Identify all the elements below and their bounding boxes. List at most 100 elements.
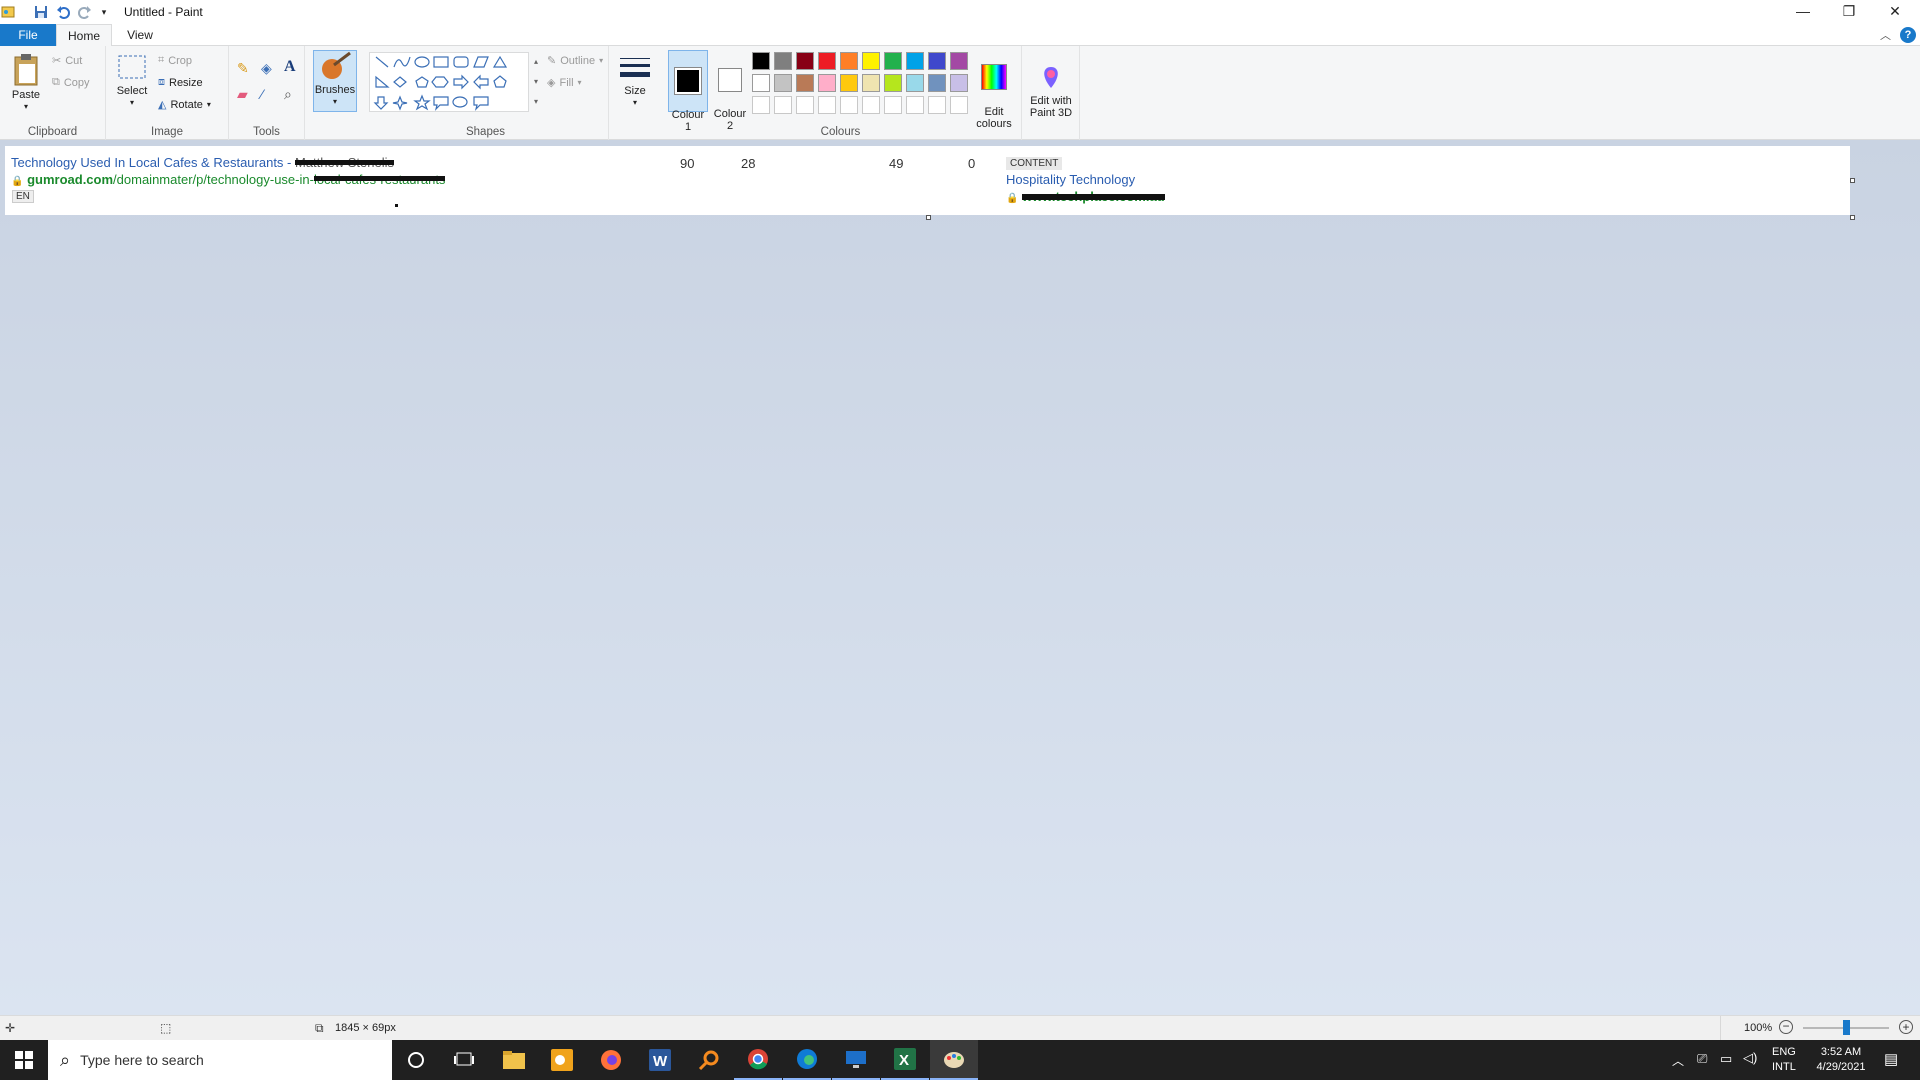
paste-button[interactable]: Paste ▾: [8, 52, 44, 113]
cut-button[interactable]: ✂ Cut: [52, 54, 82, 68]
palette-swatch[interactable]: [906, 52, 924, 70]
outline-button[interactable]: ✎ Outline ▾: [547, 54, 603, 68]
meet-now-icon[interactable]: ⎚: [1697, 1051, 1707, 1067]
palette-swatch[interactable]: [818, 74, 836, 92]
lock-icon: 🔒: [11, 176, 24, 187]
palette-swatch[interactable]: [862, 74, 880, 92]
search-box[interactable]: ⌕ Type here to search: [48, 1040, 392, 1080]
tab-file[interactable]: File: [0, 24, 56, 46]
word-icon[interactable]: W: [636, 1040, 684, 1080]
zoom-slider-thumb[interactable]: [1843, 1020, 1850, 1035]
palette-swatch[interactable]: [840, 96, 858, 114]
palette-swatch[interactable]: [884, 74, 902, 92]
minimize-button[interactable]: ―: [1780, 0, 1826, 22]
pencil-icon[interactable]: ✎: [237, 60, 249, 77]
fill-icon[interactable]: ◈: [261, 60, 272, 77]
palette-swatch[interactable]: [796, 96, 814, 114]
palette-swatch[interactable]: [950, 96, 968, 114]
resize-handle-bottom[interactable]: [926, 215, 931, 220]
chrome-icon[interactable]: [734, 1040, 782, 1080]
shapes-gallery[interactable]: [369, 52, 529, 112]
resize-handle-corner[interactable]: [1850, 215, 1855, 220]
palette-swatch[interactable]: [796, 74, 814, 92]
excel-icon[interactable]: X: [881, 1040, 929, 1080]
clock[interactable]: 3:52 AM 4/29/2021: [1806, 1045, 1876, 1075]
rotate-button[interactable]: ◭ Rotate ▾: [158, 98, 211, 112]
palette-swatch[interactable]: [840, 74, 858, 92]
minimize-ribbon-icon[interactable]: ︿: [1880, 27, 1891, 43]
palette-swatch[interactable]: [774, 52, 792, 70]
colour-picker-icon[interactable]: ⁄: [261, 86, 263, 102]
canvas-area[interactable]: Technology Used In Local Cafes & Restaur…: [0, 140, 1920, 1015]
copy-button[interactable]: ⧉ Copy: [52, 76, 90, 89]
palette-swatch[interactable]: [862, 96, 880, 114]
palette-swatch[interactable]: [774, 96, 792, 114]
edit-with-paint3d-button[interactable]: Edit with Paint 3D: [1025, 52, 1077, 131]
palette-swatch[interactable]: [928, 52, 946, 70]
colour2-button[interactable]: Colour 2: [710, 50, 750, 132]
show-hidden-icons-icon[interactable]: ︿: [1672, 1052, 1684, 1069]
eraser-icon[interactable]: ▰: [237, 86, 248, 103]
palette-swatch[interactable]: [906, 74, 924, 92]
zoom-out-button[interactable]: −: [1779, 1020, 1793, 1034]
resize-button[interactable]: ⧈ Resize: [158, 76, 203, 89]
remote-desktop-icon[interactable]: [832, 1040, 880, 1080]
palette-swatch[interactable]: [752, 52, 770, 70]
fill-button[interactable]: ◈ Fill ▾: [547, 76, 582, 90]
outlook-app-icon[interactable]: [538, 1040, 586, 1080]
resize-handle-right[interactable]: [1850, 178, 1855, 183]
shapes-scroll[interactable]: ▴ ▾ ▾: [531, 52, 541, 112]
palette-swatch[interactable]: [752, 74, 770, 92]
customize-quick-access-icon[interactable]: ▾: [98, 3, 110, 21]
palette-swatch[interactable]: [862, 52, 880, 70]
cortana-icon[interactable]: [392, 1040, 440, 1080]
palette-swatch[interactable]: [774, 74, 792, 92]
edge-icon[interactable]: [783, 1040, 831, 1080]
tab-view[interactable]: View: [112, 24, 168, 46]
taskbar: ⌕ Type here to search W X ︿ ⎚ ▭ ◁) ENG I…: [0, 1040, 1920, 1080]
palette-swatch[interactable]: [796, 52, 814, 70]
shapes-gallery-icons: [373, 55, 508, 111]
palette-swatch[interactable]: [840, 52, 858, 70]
restore-button[interactable]: ❐: [1826, 0, 1872, 22]
palette-swatch[interactable]: [818, 52, 836, 70]
palette-swatch[interactable]: [906, 96, 924, 114]
task-view-icon[interactable]: [440, 1040, 488, 1080]
notifications-icon[interactable]: ▤: [1884, 1050, 1898, 1068]
undo-icon[interactable]: [54, 3, 72, 21]
tab-home[interactable]: Home: [56, 24, 112, 47]
palette-swatch[interactable]: [884, 52, 902, 70]
start-button[interactable]: [0, 1040, 48, 1080]
volume-icon[interactable]: ◁): [1743, 1050, 1757, 1066]
zoom-in-button[interactable]: +: [1899, 1020, 1913, 1034]
select-button[interactable]: Select ▾: [114, 52, 150, 109]
file-explorer-icon[interactable]: [490, 1040, 538, 1080]
close-button[interactable]: ✕: [1872, 0, 1918, 22]
palette-swatch[interactable]: [752, 96, 770, 114]
paste-label: Paste: [11, 89, 41, 101]
paint-app-icon[interactable]: [0, 3, 16, 21]
brushes-button[interactable]: Brushes ▾: [313, 50, 357, 112]
magnifier-icon[interactable]: ⌕: [284, 86, 292, 103]
select-label: Select: [116, 85, 148, 97]
input-language[interactable]: ENG INTL: [1772, 1045, 1796, 1075]
palette-swatch[interactable]: [928, 96, 946, 114]
size-button[interactable]: Size ▾: [615, 52, 655, 109]
network-icon[interactable]: ▭: [1720, 1051, 1732, 1067]
search-app-icon[interactable]: [685, 1040, 733, 1080]
palette-swatch[interactable]: [928, 74, 946, 92]
save-icon[interactable]: [32, 3, 50, 21]
crop-button[interactable]: ⌗ Crop: [158, 54, 192, 67]
palette-swatch[interactable]: [884, 96, 902, 114]
redo-icon[interactable]: [76, 3, 94, 21]
paint-taskbar-icon[interactable]: [930, 1040, 978, 1080]
palette-swatch[interactable]: [950, 74, 968, 92]
firefox-icon[interactable]: [587, 1040, 635, 1080]
palette-swatch[interactable]: [950, 52, 968, 70]
palette-swatch[interactable]: [818, 96, 836, 114]
colour1-button[interactable]: Colour 1: [668, 50, 708, 133]
help-icon[interactable]: ?: [1900, 27, 1916, 43]
text-icon[interactable]: A: [284, 58, 296, 76]
canvas[interactable]: Technology Used In Local Cafes & Restaur…: [5, 146, 1850, 215]
dot-mark: [395, 204, 398, 207]
